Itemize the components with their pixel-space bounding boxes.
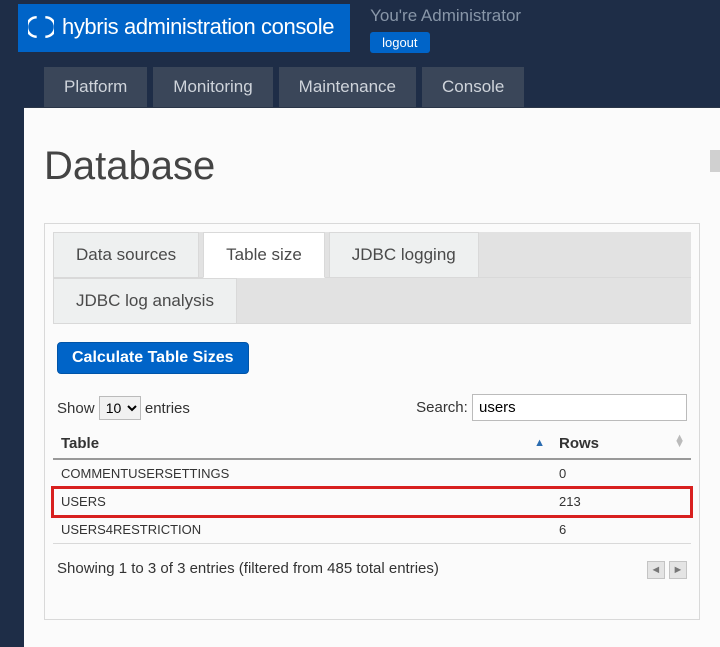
nav-platform[interactable]: Platform bbox=[44, 67, 147, 107]
col-rows[interactable]: Rows ▲▼ bbox=[551, 429, 691, 459]
length-control: Show 10 entries bbox=[57, 396, 190, 420]
cell-table: USERS bbox=[53, 488, 551, 516]
length-prefix: Show bbox=[57, 400, 95, 417]
page-title: Database bbox=[44, 144, 700, 189]
cell-rows: 0 bbox=[551, 459, 691, 488]
nav-console[interactable]: Console bbox=[422, 67, 524, 107]
table-info: Showing 1 to 3 of 3 entries (filtered fr… bbox=[57, 560, 439, 577]
tabs-row2: JDBC log analysis bbox=[53, 278, 691, 324]
sort-asc-icon: ▲ bbox=[534, 437, 545, 449]
col-table-label: Table bbox=[61, 435, 99, 452]
tab-jdbc-logging[interactable]: JDBC logging bbox=[329, 232, 479, 278]
brand-title: hybris administration console bbox=[62, 14, 334, 40]
pager: ◄ ► bbox=[647, 560, 687, 579]
search-control: Search: bbox=[416, 394, 687, 421]
col-table[interactable]: Table ▲ bbox=[53, 429, 551, 459]
tab-table-size[interactable]: Table size bbox=[203, 232, 325, 278]
table-row[interactable]: USERS 213 bbox=[53, 488, 691, 516]
table-row[interactable]: USERS4RESTRICTION 6 bbox=[53, 516, 691, 544]
tab-data-sources[interactable]: Data sources bbox=[53, 232, 199, 278]
table-sizes-table: Table ▲ Rows ▲▼ COMMENTUSERSETTINGS 0 US… bbox=[53, 429, 691, 544]
search-input[interactable] bbox=[472, 394, 687, 421]
length-suffix: entries bbox=[145, 400, 190, 417]
logout-button[interactable]: logout bbox=[370, 32, 429, 53]
tab-jdbc-log-analysis[interactable]: JDBC log analysis bbox=[53, 278, 237, 324]
pager-prev[interactable]: ◄ bbox=[647, 561, 665, 579]
pager-next[interactable]: ► bbox=[669, 561, 687, 579]
cell-rows: 213 bbox=[551, 488, 691, 516]
brand-logo-icon bbox=[28, 14, 54, 40]
cell-rows: 6 bbox=[551, 516, 691, 544]
length-select[interactable]: 10 bbox=[99, 396, 141, 420]
col-rows-label: Rows bbox=[559, 435, 599, 452]
table-row[interactable]: COMMENTUSERSETTINGS 0 bbox=[53, 459, 691, 488]
nav-maintenance[interactable]: Maintenance bbox=[279, 67, 416, 107]
sort-both-icon: ▲▼ bbox=[674, 435, 685, 447]
calculate-table-sizes-button[interactable]: Calculate Table Sizes bbox=[57, 342, 249, 374]
search-label: Search: bbox=[416, 399, 468, 416]
main-nav: Platform Monitoring Maintenance Console bbox=[44, 67, 720, 107]
cell-table: COMMENTUSERSETTINGS bbox=[53, 459, 551, 488]
brand-banner: hybris administration console bbox=[18, 4, 350, 52]
collapse-handle-icon[interactable] bbox=[710, 150, 720, 172]
cell-table: USERS4RESTRICTION bbox=[53, 516, 551, 544]
nav-monitoring[interactable]: Monitoring bbox=[153, 67, 272, 107]
user-greeting: You're Administrator bbox=[370, 6, 521, 26]
tabs: Data sources Table size JDBC logging bbox=[53, 232, 691, 278]
